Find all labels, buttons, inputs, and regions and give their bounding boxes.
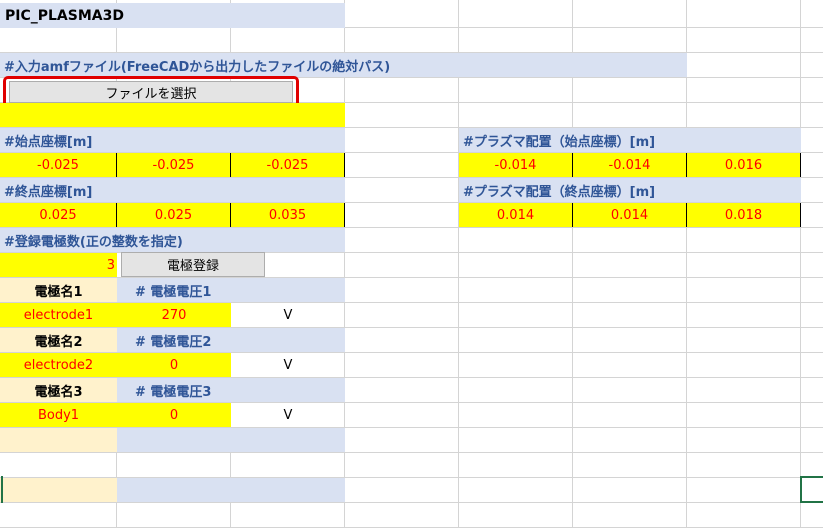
empty-header-cell[interactable] bbox=[117, 478, 345, 502]
electrode-voltage-value: 0 bbox=[169, 407, 179, 423]
plasma-start-header: #プラズマ配置（始点座標）[m] bbox=[463, 134, 656, 150]
end-y-cell[interactable]: 0.025 bbox=[117, 203, 231, 227]
electrode-unit-cell[interactable]: V bbox=[231, 303, 345, 327]
plasma-end-z-value: 0.018 bbox=[724, 207, 763, 223]
plasma-end-header-cell[interactable]: #プラズマ配置（終点座標）[m] bbox=[459, 178, 801, 202]
electrode-name-label-cell[interactable]: 電極名2 bbox=[0, 328, 117, 352]
electrode-unit: V bbox=[283, 307, 293, 323]
start-x-value: -0.025 bbox=[37, 157, 79, 173]
start-z-value: -0.025 bbox=[266, 157, 309, 173]
amf-file-path-cell[interactable] bbox=[0, 103, 345, 127]
end-y-value: 0.025 bbox=[154, 207, 193, 223]
electrode-voltage-label-cell[interactable]: # 電極電圧2 bbox=[117, 328, 345, 352]
start-x-cell[interactable]: -0.025 bbox=[0, 153, 117, 177]
end-x-cell[interactable]: 0.025 bbox=[0, 203, 117, 227]
plasma-end-y-cell[interactable]: 0.014 bbox=[573, 203, 687, 227]
end-coord-header-cell[interactable]: #終点座標[m] bbox=[0, 178, 345, 202]
electrode-voltage-label: # 電極電圧1 bbox=[135, 284, 212, 300]
start-coord-header-cell[interactable]: #始点座標[m] bbox=[0, 128, 345, 152]
electrode-unit-cell[interactable]: V bbox=[231, 353, 345, 377]
sheet-title: PIC_PLASMA3D bbox=[5, 7, 124, 24]
electrode-voltage-cell[interactable]: 0 bbox=[117, 353, 231, 377]
empty-label-cell[interactable] bbox=[0, 478, 117, 502]
electrode-name-label: 電極名2 bbox=[34, 334, 83, 350]
plasma-start-z-cell[interactable]: 0.016 bbox=[687, 153, 801, 177]
column-divider bbox=[458, 0, 459, 528]
end-x-value: 0.025 bbox=[39, 207, 77, 223]
plasma-end-header: #プラズマ配置（終点座標）[m] bbox=[463, 184, 656, 200]
selection-edge bbox=[0, 476, 3, 503]
plasma-end-x-cell[interactable]: 0.014 bbox=[459, 203, 573, 227]
electrode-voltage-value: 0 bbox=[169, 357, 179, 373]
start-y-cell[interactable]: -0.025 bbox=[117, 153, 231, 177]
electrode-name-value: electrode2 bbox=[23, 357, 94, 373]
electrode-unit-cell[interactable]: V bbox=[231, 403, 345, 427]
electrode-count-value: 3 bbox=[106, 257, 115, 273]
electrode-voltage-cell[interactable]: 0 bbox=[117, 403, 231, 427]
electrode-name-value: electrode1 bbox=[23, 307, 94, 323]
empty-header-cell[interactable] bbox=[117, 428, 345, 452]
plasma-start-y-value: -0.014 bbox=[608, 157, 651, 173]
electrode-voltage-label-cell[interactable]: # 電極電圧3 bbox=[117, 378, 345, 402]
start-coord-header: #始点座標[m] bbox=[4, 134, 93, 150]
end-z-cell[interactable]: 0.035 bbox=[231, 203, 345, 227]
plasma-start-y-cell[interactable]: -0.014 bbox=[573, 153, 687, 177]
row-divider bbox=[0, 452, 823, 453]
electrode-voltage-cell[interactable]: 270 bbox=[117, 303, 231, 327]
end-coord-header: #終点座標[m] bbox=[4, 184, 93, 200]
amf-file-header: #入力amfファイル(FreeCADから出力したファイルの絶対パス) bbox=[4, 59, 391, 75]
column-divider bbox=[800, 0, 801, 528]
empty-label-cell[interactable] bbox=[0, 428, 117, 452]
amf-file-header-cell[interactable]: #入力amfファイル(FreeCADから出力したファイルの絶対パス) bbox=[0, 53, 687, 77]
active-cell-selection[interactable] bbox=[800, 476, 823, 503]
electrode-unit: V bbox=[283, 407, 293, 423]
electrode-count-header: #登録電極数(正の整数を指定) bbox=[4, 234, 183, 250]
register-electrode-button[interactable]: 電極登録 bbox=[121, 252, 265, 277]
end-z-value: 0.035 bbox=[268, 207, 307, 223]
spreadsheet-grid[interactable]: PIC_PLASMA3D #入力amfファイル(FreeCADから出力したファイ… bbox=[0, 0, 823, 528]
electrode-voltage-label: # 電極電圧2 bbox=[135, 334, 212, 350]
electrode-voltage-label: # 電極電圧3 bbox=[135, 384, 212, 400]
plasma-end-y-value: 0.014 bbox=[610, 207, 649, 223]
start-z-cell[interactable]: -0.025 bbox=[231, 153, 345, 177]
electrode-voltage-label-cell[interactable]: # 電極電圧1 bbox=[117, 278, 345, 302]
plasma-start-header-cell[interactable]: #プラズマ配置（始点座標）[m] bbox=[459, 128, 801, 152]
plasma-start-z-value: 0.016 bbox=[724, 157, 763, 173]
electrode-name-label-cell[interactable]: 電極名1 bbox=[0, 278, 117, 302]
electrode-count-header-cell[interactable]: #登録電極数(正の整数を指定) bbox=[0, 228, 345, 252]
electrode-count-cell[interactable]: 3 bbox=[0, 253, 117, 277]
start-y-value: -0.025 bbox=[152, 157, 195, 173]
sheet-title-cell[interactable]: PIC_PLASMA3D bbox=[0, 3, 345, 28]
register-electrode-button-label: 電極登録 bbox=[166, 259, 219, 274]
electrode-name-value: Body1 bbox=[37, 407, 80, 423]
electrode-name-cell[interactable]: electrode2 bbox=[0, 353, 117, 377]
column-divider bbox=[572, 0, 573, 528]
electrode-name-label-cell[interactable]: 電極名3 bbox=[0, 378, 117, 402]
plasma-end-z-cell[interactable]: 0.018 bbox=[687, 203, 801, 227]
column-divider bbox=[686, 0, 687, 528]
electrode-name-label: 電極名1 bbox=[34, 284, 83, 300]
plasma-start-x-cell[interactable]: -0.014 bbox=[459, 153, 573, 177]
plasma-end-x-value: 0.014 bbox=[496, 207, 535, 223]
electrode-name-label: 電極名3 bbox=[34, 384, 83, 400]
electrode-name-cell[interactable]: electrode1 bbox=[0, 303, 117, 327]
electrode-voltage-value: 270 bbox=[161, 307, 187, 323]
electrode-unit: V bbox=[283, 357, 293, 373]
plasma-start-x-value: -0.014 bbox=[494, 157, 537, 173]
electrode-name-cell[interactable]: Body1 bbox=[0, 403, 117, 427]
row-divider bbox=[0, 502, 823, 503]
